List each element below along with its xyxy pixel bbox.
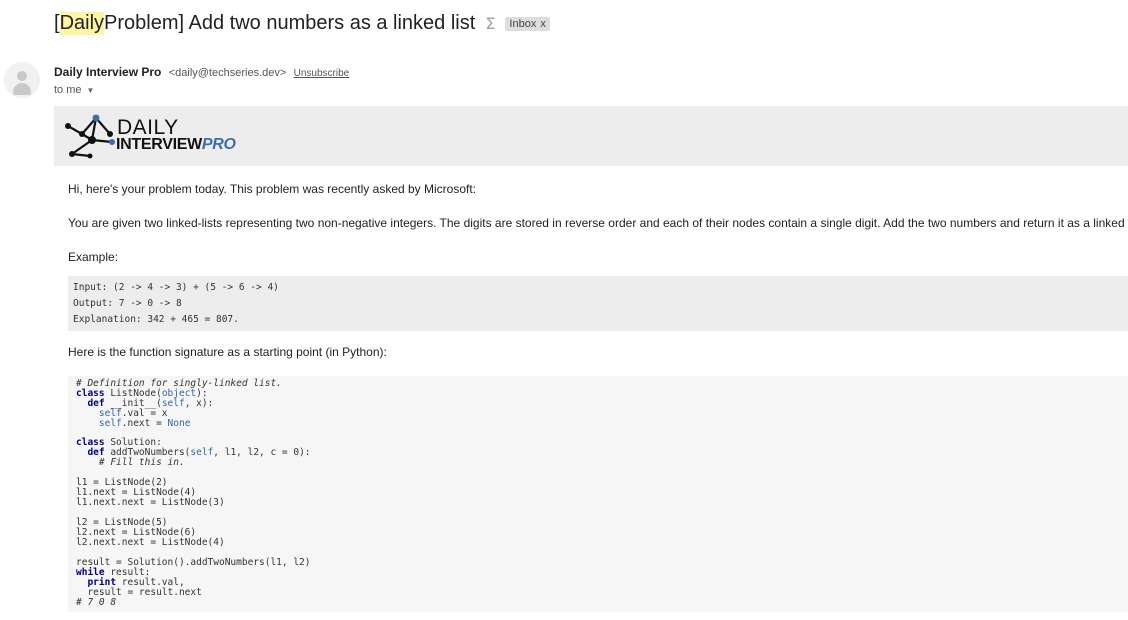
- to-me-label: to me: [54, 84, 82, 96]
- inbox-label-text: Inbox: [509, 17, 537, 30]
- intro-text: Hi, here's your problem today. This prob…: [68, 182, 477, 196]
- avatar-head: [17, 71, 27, 81]
- code-line: # 7 0 8: [76, 597, 117, 608]
- recipient-details-toggle[interactable]: to me ▼: [54, 84, 94, 96]
- problem-statement: You are given two linked-lists represent…: [68, 216, 1128, 230]
- code-line: # Fill this in.: [76, 457, 185, 468]
- example-label: Example:: [68, 250, 119, 264]
- signature-intro: Here is the function signature as a star…: [68, 345, 387, 359]
- newsletter-banner: DAILY INTERVIEWPRO: [54, 106, 1128, 166]
- remove-label-icon[interactable]: x: [540, 18, 546, 30]
- code-line: l1.next.next = ListNode(3): [76, 497, 225, 508]
- logo-text-interviewpro: INTERVIEWPRO: [116, 136, 236, 154]
- sender-email: <daily@techseries.dev>: [168, 67, 287, 79]
- logo-pro: PRO: [201, 136, 236, 153]
- network-logo-icon: [65, 114, 115, 159]
- example-block: Input: (2 -> 4 -> 3) + (5 -> 6 -> 4) Out…: [68, 276, 1128, 331]
- sender-name: Daily Interview Pro: [54, 65, 162, 79]
- unsubscribe-link[interactable]: Unsubscribe: [294, 68, 350, 79]
- email-subject: [Daily Problem] Add two numbers as a lin…: [54, 12, 550, 35]
- sender-line: Daily Interview Pro <daily@techseries.de…: [54, 65, 349, 79]
- inbox-label-badge[interactable]: Inbox x: [505, 16, 550, 31]
- example-output: Output: 7 -> 0 -> 8: [73, 298, 182, 309]
- person-avatar-icon[interactable]: [4, 62, 40, 98]
- code-line: self.next = None: [76, 418, 191, 429]
- subject-text: Problem] Add two numbers as a linked lis…: [104, 12, 476, 34]
- sigma-importance-icon[interactable]: Σ: [485, 14, 495, 33]
- example-input: Input: (2 -> 4 -> 3) + (5 -> 6 -> 4): [73, 282, 279, 293]
- subject-highlight: Daily: [59, 12, 105, 35]
- avatar-body: [13, 83, 31, 95]
- chevron-down-icon[interactable]: ▼: [87, 86, 95, 95]
- code-line: l2.next.next = ListNode(4): [76, 537, 225, 548]
- example-explanation: Explanation: 342 + 465 = 807.: [73, 314, 239, 325]
- logo-interview: INTERVIEW: [116, 136, 202, 153]
- code-block: # Definition for singly-linked list. cla…: [68, 376, 1128, 612]
